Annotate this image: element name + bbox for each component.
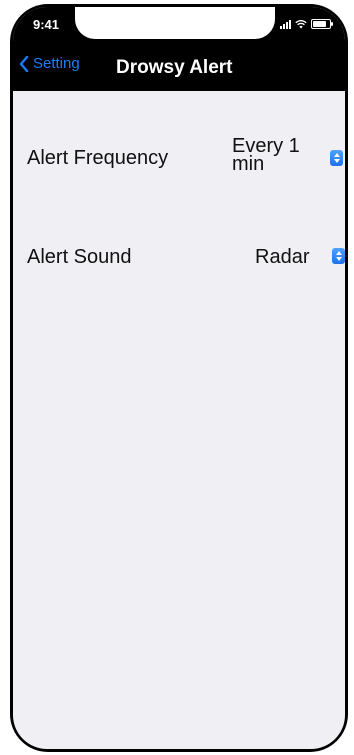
stepper-down-icon [335, 257, 342, 261]
notch [75, 7, 275, 39]
screen: 9:41 Setting Drowsy Alert Alert Frequenc… [13, 7, 345, 749]
wifi-icon [295, 19, 307, 29]
alert-frequency-value[interactable]: Every 1 min [232, 136, 317, 174]
device-frame: 9:41 Setting Drowsy Alert Alert Frequenc… [10, 4, 348, 752]
page-title: Drowsy Alert [116, 57, 233, 78]
status-time: 9:41 [33, 17, 60, 32]
chevron-left-icon [19, 55, 29, 72]
alert-sound-stepper[interactable] [332, 248, 345, 264]
status-icons [280, 19, 333, 29]
alert-frequency-row: Alert Frequency Every 1 min [13, 136, 345, 197]
alert-frequency-label: Alert Frequency [27, 147, 169, 169]
battery-icon [311, 19, 333, 29]
alert-frequency-stepper[interactable] [330, 150, 343, 166]
alert-sound-label: Alert Sound [27, 246, 132, 268]
alert-sound-row: Alert Sound Radar [13, 242, 345, 282]
alert-sound-value[interactable]: Radar [255, 247, 309, 267]
signal-icon [280, 19, 291, 29]
back-button[interactable]: Setting [19, 55, 80, 72]
stepper-down-icon [333, 159, 340, 163]
back-label: Setting [33, 55, 80, 72]
top-bar: 9:41 Setting Drowsy Alert [13, 7, 345, 91]
stepper-up-icon [333, 153, 340, 157]
stepper-up-icon [335, 251, 342, 255]
